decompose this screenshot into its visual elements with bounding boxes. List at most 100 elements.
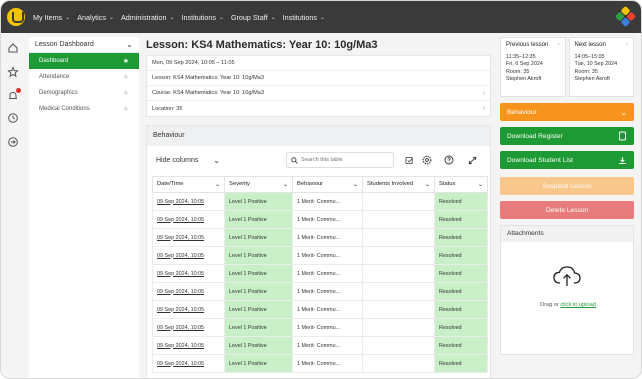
previous-lesson-room: Room: 35 bbox=[506, 68, 530, 75]
settings-gear-icon[interactable] bbox=[420, 152, 434, 168]
row-status: Resolved bbox=[434, 354, 488, 373]
nav-administration[interactable]: Administration ⌄ bbox=[121, 13, 175, 22]
table-row[interactable]: 09 Sep 2024, 10:05 Level 1 Positive 1 Meri… bbox=[152, 246, 488, 265]
chevron-down-icon: ⌄ bbox=[218, 14, 224, 21]
table-row[interactable]: 09 Sep 2024, 10:05 Level 1 Positive 1 Meri… bbox=[152, 318, 488, 337]
nav-analytics[interactable]: Analytics ⌄ bbox=[77, 13, 114, 22]
nav-my-items[interactable]: My Items ⌄ bbox=[33, 13, 70, 22]
side-menu-header[interactable]: Lesson Dashboard ⌄ bbox=[29, 37, 139, 53]
star-icon[interactable]: ★ bbox=[123, 105, 129, 113]
logout-icon[interactable] bbox=[7, 136, 19, 148]
chevron-down-icon: ⌄ bbox=[282, 182, 288, 188]
side-item-label: Dashboard bbox=[39, 58, 69, 64]
next-lesson-title: Next lesson bbox=[574, 42, 606, 48]
hide-columns-dropdown[interactable]: Hide columns ⌄ bbox=[152, 152, 224, 168]
bell-icon[interactable] bbox=[7, 88, 21, 102]
row-severity: Level 1 Positive bbox=[224, 354, 293, 373]
table-row[interactable]: 09 Sep 2024, 10:05 Level 1 Positive 1 Meri… bbox=[152, 282, 488, 301]
previous-lesson-card[interactable]: Previous lesson › 11:35–12:35 Fri, 6 Sep … bbox=[500, 37, 566, 97]
row-students bbox=[362, 282, 435, 301]
hide-columns-label: Hide columns bbox=[156, 156, 199, 164]
click-to-upload-link[interactable]: click to upload bbox=[560, 302, 595, 308]
column-header-datetime[interactable]: Date/Time ⌄ bbox=[152, 176, 225, 193]
lesson-datetime-row: Mon, 09 Sep 2024, 10:05 – 11:05 bbox=[147, 56, 490, 71]
next-lesson-room: Room: 35 bbox=[574, 68, 598, 75]
row-status: Resolved bbox=[434, 192, 488, 211]
clock-icon[interactable] bbox=[7, 112, 19, 124]
search-input[interactable] bbox=[301, 157, 391, 163]
home-icon[interactable] bbox=[7, 42, 19, 54]
nav-institutions-2[interactable]: Institutions ⌄ bbox=[283, 13, 325, 22]
row-severity: Level 1 Positive bbox=[224, 228, 293, 247]
star-icon[interactable]: ★ bbox=[123, 89, 129, 97]
suspend-lesson-button[interactable]: Suspend Lesson bbox=[500, 177, 634, 195]
side-item-attendance[interactable]: Attendance ★ bbox=[29, 69, 139, 85]
row-datetime-link[interactable]: 09 Sep 2024, 10:05 bbox=[152, 336, 225, 355]
table-row[interactable]: 09 Sep 2024, 10:05 Level 1 Positive 1 Meri… bbox=[152, 210, 488, 229]
side-item-demographics[interactable]: Demographics ★ bbox=[29, 85, 139, 101]
star-icon[interactable]: ★ bbox=[123, 73, 129, 81]
cloud-upload-icon[interactable] bbox=[551, 264, 583, 288]
nav-analytics-label: Analytics bbox=[77, 12, 106, 22]
row-students bbox=[362, 210, 435, 229]
chevron-down-icon: ⌄ bbox=[620, 107, 627, 117]
attachments-title: Attachments bbox=[501, 226, 633, 242]
nav-institutions[interactable]: Institutions ⌄ bbox=[182, 13, 224, 22]
row-students bbox=[362, 246, 435, 265]
row-datetime-link[interactable]: 09 Sep 2024, 10:05 bbox=[152, 246, 225, 265]
row-datetime-link[interactable]: 09 Sep 2024, 10:05 bbox=[152, 282, 225, 301]
side-item-dashboard[interactable]: Dashboard ★ bbox=[29, 53, 139, 69]
location-row[interactable]: Location: 35 › bbox=[147, 101, 490, 116]
table-row[interactable]: 09 Sep 2024, 10:05 Level 1 Positive 1 Meri… bbox=[152, 192, 488, 211]
column-header-status[interactable]: Status ⌄ bbox=[434, 176, 488, 193]
column-header-label: Severity bbox=[229, 181, 250, 187]
table-row[interactable]: 09 Sep 2024, 10:05 Level 1 Positive 1 Meri… bbox=[152, 264, 488, 283]
row-behaviour: 1 Merit- Commu... bbox=[292, 246, 363, 265]
edit-icon[interactable] bbox=[402, 152, 416, 168]
table-toolbar: Hide columns ⌄ bbox=[152, 152, 487, 168]
row-datetime-link[interactable]: 09 Sep 2024, 10:05 bbox=[152, 300, 225, 319]
row-datetime-link[interactable]: 09 Sep 2024, 10:05 bbox=[152, 318, 225, 337]
location-value: 35 bbox=[176, 105, 183, 112]
nav-group-staff[interactable]: Group Staff ⌄ bbox=[231, 13, 276, 22]
behaviour-button[interactable]: Behaviour ⌄ bbox=[500, 103, 634, 121]
lesson-name: Lesson: KS4 Mathematics: Year 10: 10g/Ma… bbox=[152, 75, 264, 81]
row-datetime-link[interactable]: 09 Sep 2024, 10:05 bbox=[152, 264, 225, 283]
column-header-severity[interactable]: Severity ⌄ bbox=[224, 176, 293, 193]
row-status: Resolved bbox=[434, 318, 488, 337]
table-row[interactable]: 09 Sep 2024, 10:05 Level 1 Positive 1 Meri… bbox=[152, 354, 488, 373]
row-students bbox=[362, 264, 435, 283]
row-behaviour: 1 Merit- Commu... bbox=[292, 264, 363, 283]
download-register-button[interactable]: Download Register bbox=[500, 127, 634, 145]
side-item-label: Attendance bbox=[39, 74, 70, 80]
help-icon[interactable] bbox=[442, 152, 456, 168]
table-row[interactable]: 09 Sep 2024, 10:05 Level 1 Positive 1 Meri… bbox=[152, 300, 488, 319]
chevron-down-icon: ⌄ bbox=[65, 14, 71, 21]
table-header-row: Date/Time ⌄ Severity ⌄ Behaviour ⌄ Students… bbox=[152, 176, 488, 193]
row-severity: Level 1 Positive bbox=[224, 300, 293, 319]
download-student-list-button[interactable]: Download Student List bbox=[500, 151, 634, 169]
app-logo-icon[interactable] bbox=[7, 8, 25, 26]
row-behaviour: 1 Merit- Commu... bbox=[292, 336, 363, 355]
table-row[interactable]: 09 Sep 2024, 10:05 Level 1 Positive 1 Meri… bbox=[152, 336, 488, 355]
course-row[interactable]: Course: KS4 Mathematics: Year 10: 10g/Ma… bbox=[147, 86, 490, 101]
row-behaviour: 1 Merit- Commu... bbox=[292, 318, 363, 337]
main-content: Lesson: KS4 Mathematics: Year 10: 10g/Ma… bbox=[146, 37, 491, 378]
column-header-students[interactable]: Students Involved ⌄ bbox=[362, 176, 435, 193]
row-datetime-link[interactable]: 09 Sep 2024, 10:05 bbox=[152, 192, 225, 211]
table-row[interactable]: 09 Sep 2024, 10:05 Level 1 Positive 1 Meri… bbox=[152, 228, 488, 247]
nav-administration-label: Administration bbox=[120, 12, 167, 22]
column-header-behaviour[interactable]: Behaviour ⌄ bbox=[292, 176, 363, 193]
star-icon[interactable] bbox=[7, 66, 19, 78]
row-datetime-link[interactable]: 09 Sep 2024, 10:05 bbox=[152, 354, 225, 373]
row-datetime-link[interactable]: 09 Sep 2024, 10:05 bbox=[152, 228, 225, 247]
next-lesson-card[interactable]: Next lesson › 14:05–15:05 Tue, 10 Sep 202… bbox=[568, 37, 634, 97]
expand-icon[interactable] bbox=[465, 152, 479, 168]
table-search bbox=[286, 152, 394, 168]
app-window: My Items ⌄ Analytics ⌄ Administration ⌄ Ins… bbox=[0, 0, 642, 379]
row-datetime-link[interactable]: 09 Sep 2024, 10:05 bbox=[152, 210, 225, 229]
star-icon[interactable]: ★ bbox=[123, 57, 129, 65]
delete-lesson-button[interactable]: Delete Lesson bbox=[500, 201, 634, 219]
chevron-down-icon: ⌄ bbox=[352, 182, 358, 188]
side-item-medical-conditions[interactable]: Medical Conditions ★ bbox=[29, 101, 139, 117]
